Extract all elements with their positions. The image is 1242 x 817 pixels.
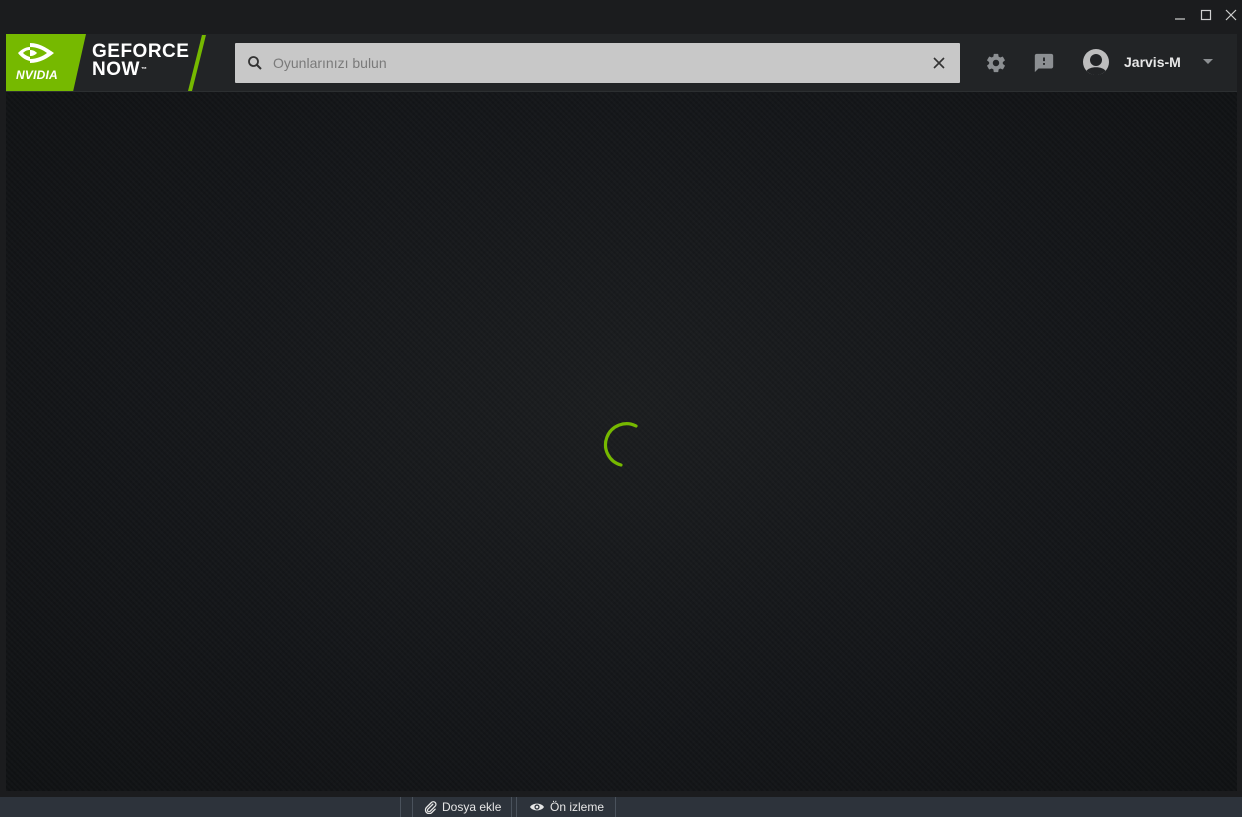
avatar-icon[interactable]	[1083, 49, 1109, 75]
toolbar-separator	[511, 797, 512, 817]
paperclip-icon	[424, 800, 437, 814]
preview-button[interactable]: Ön izleme	[529, 800, 604, 814]
nvidia-eye-icon	[18, 43, 54, 63]
loading-spinner-icon	[603, 422, 638, 467]
feedback-icon[interactable]	[1033, 52, 1055, 74]
nvidia-wordmark: NVIDIA	[16, 68, 58, 82]
toolbar-separator	[400, 797, 401, 817]
search-input[interactable]	[273, 43, 913, 83]
minimize-button[interactable]	[1167, 4, 1193, 26]
preview-label: Ön izleme	[550, 800, 605, 814]
attach-file-label: Dosya ekle	[442, 800, 502, 814]
toolbar-separator	[412, 797, 413, 817]
search-bar[interactable]	[235, 43, 960, 83]
brand-divider	[188, 35, 206, 91]
minimize-icon	[1175, 18, 1185, 20]
chevron-down-icon[interactable]	[1202, 58, 1214, 66]
attach-file-button[interactable]: Dosya ekle	[424, 800, 501, 814]
toolbar-separator	[516, 797, 517, 817]
search-icon	[248, 56, 262, 70]
toolbar-separator	[615, 797, 616, 817]
app-header: NVIDIA GEFORCE NOW™ Jarvis-M	[6, 34, 1237, 92]
geforce-now-logo: GEFORCE NOW™	[92, 42, 189, 80]
maximize-button[interactable]	[1193, 4, 1219, 26]
window-titlebar	[0, 0, 1242, 30]
close-icon	[1225, 9, 1237, 21]
eye-icon	[530, 803, 544, 811]
maximize-icon	[1200, 9, 1212, 21]
nvidia-logo: NVIDIA	[6, 34, 86, 91]
brand-line-2: NOW	[92, 59, 140, 80]
username[interactable]: Jarvis-M	[1124, 54, 1181, 70]
main-content	[6, 92, 1237, 791]
clear-icon[interactable]	[932, 56, 946, 70]
bottom-toolbar: Dosya ekle Ön izleme	[0, 797, 1242, 817]
gear-icon[interactable]	[985, 52, 1007, 74]
trademark: ™	[140, 67, 148, 73]
close-button[interactable]	[1218, 4, 1242, 26]
